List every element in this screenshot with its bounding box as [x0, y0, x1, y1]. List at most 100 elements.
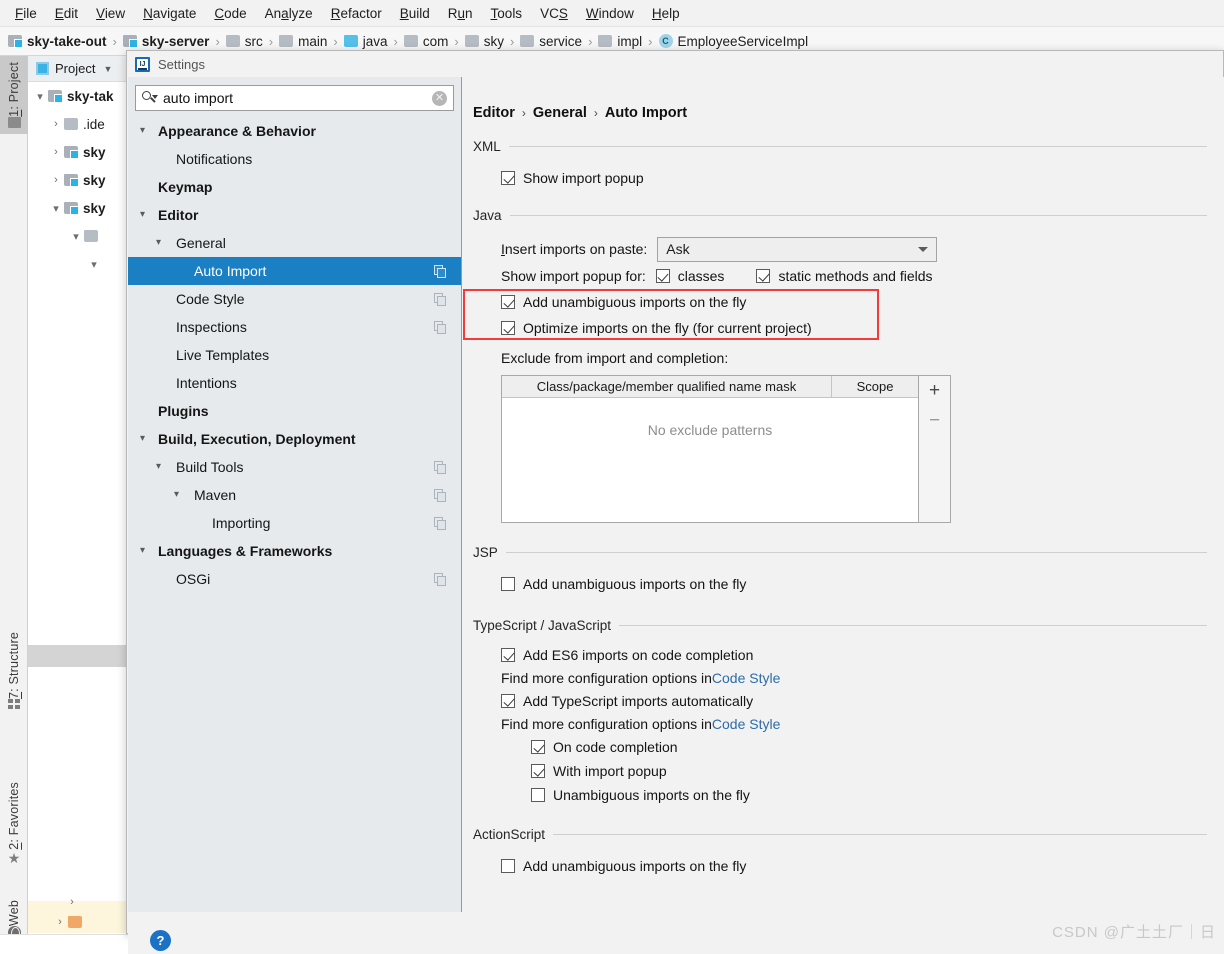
project-tree-row[interactable]: › [48, 908, 128, 936]
chevron-down-icon[interactable]: ▾ [32, 90, 48, 103]
menu-item-code[interactable]: Code [205, 3, 255, 24]
copy-settings-icon[interactable] [434, 516, 447, 530]
breadcrumb-item[interactable]: src [225, 34, 263, 49]
chevron-down-icon[interactable]: ▼ [103, 64, 112, 74]
menu-item-tools[interactable]: Tools [482, 3, 532, 24]
chevron-down-icon[interactable]: ▾ [156, 462, 161, 472]
settings-tree-item-importing[interactable]: Importing [128, 509, 461, 537]
project-tree-row[interactable]: › sky [28, 138, 127, 166]
chevron-down-icon[interactable]: ▾ [174, 490, 179, 500]
tool-tab-project[interactable]: 1: Project [0, 56, 28, 134]
copy-settings-icon[interactable] [434, 264, 447, 278]
copy-settings-icon[interactable] [434, 320, 447, 334]
checkbox-show-popup-static[interactable] [756, 269, 771, 283]
breadcrumb-item[interactable]: service [520, 34, 582, 49]
breadcrumb-item[interactable]: sky-server [122, 34, 209, 49]
copy-settings-icon[interactable] [434, 460, 447, 474]
settings-tree-item-live-templates[interactable]: Live Templates [128, 341, 461, 369]
chevron-right-icon[interactable]: › [52, 916, 68, 928]
project-tree-row[interactable]: ▾ [28, 250, 127, 278]
settings-tree-item-osgi[interactable]: OSGi [128, 565, 461, 593]
chevron-down-icon[interactable]: ▾ [48, 202, 64, 215]
checkbox-java-optimize-imports[interactable] [501, 321, 515, 335]
checkbox-row-add-es6-imports[interactable]: Add ES6 imports on code completion [501, 643, 1207, 667]
project-tree-row[interactable]: › sky [28, 166, 127, 194]
menu-item-help[interactable]: Help [643, 3, 689, 24]
menu-item-file[interactable]: File [6, 3, 46, 24]
chevron-down-icon[interactable]: ▾ [140, 210, 145, 220]
menu-item-run[interactable]: Run [439, 3, 482, 24]
checkbox-row-xml-show-import-popup[interactable]: Show import popup [501, 166, 1207, 190]
settings-tree-item-maven[interactable]: ▾ Maven [128, 481, 461, 509]
chevron-right-icon[interactable]: › [48, 146, 64, 158]
chevron-down-icon[interactable]: ▾ [68, 230, 84, 243]
settings-tree-item-appearance-behavior[interactable]: ▾ Appearance & Behavior [128, 117, 461, 145]
column-header-scope[interactable]: Scope [832, 376, 918, 397]
checkbox-row-jsp-add-unambiguous[interactable]: Add unambiguous imports on the fly [501, 572, 1207, 596]
settings-tree-item-editor[interactable]: ▾ Editor [128, 201, 461, 229]
checkbox-row-java-add-unambiguous[interactable]: Add unambiguous imports on the fly [501, 289, 1207, 315]
menu-item-edit[interactable]: Edit [46, 3, 87, 24]
chevron-right-icon[interactable]: › [48, 174, 64, 186]
settings-tree-item-notifications[interactable]: Notifications [128, 145, 461, 173]
chevron-down-icon[interactable]: ▾ [156, 238, 161, 248]
chevron-down-icon[interactable]: ▾ [140, 434, 145, 444]
chevron-down-icon[interactable]: ▾ [86, 258, 102, 271]
project-window-header[interactable]: Project ▼ [28, 56, 127, 82]
project-tree-row[interactable]: ▾ sky-tak [28, 82, 127, 110]
exclude-table[interactable]: Class/package/member qualified name mask… [501, 375, 919, 523]
add-button[interactable]: + [929, 381, 940, 400]
breadcrumb-item[interactable]: sky-take-out [8, 34, 107, 49]
breadcrumb-item[interactable]: com [403, 34, 448, 49]
help-icon[interactable]: ? [150, 930, 171, 951]
checkbox-java-add-unambiguous-imports[interactable] [501, 295, 515, 309]
menu-item-refactor[interactable]: Refactor [322, 3, 391, 24]
settings-tree-item-build-execution-deployment[interactable]: ▾ Build, Execution, Deployment [128, 425, 461, 453]
breadcrumb-item[interactable]: java [343, 34, 388, 49]
settings-tree-item-inspections[interactable]: Inspections [128, 313, 461, 341]
clear-icon[interactable]: ✕ [432, 90, 447, 106]
settings-tree-item-languages-frameworks[interactable]: ▾ Languages & Frameworks [128, 537, 461, 565]
copy-settings-icon[interactable] [434, 572, 447, 586]
chevron-right-icon[interactable]: › [64, 896, 80, 908]
project-tree-row[interactable]: ▾ sky [28, 194, 127, 222]
settings-tree-item-code-style[interactable]: Code Style [128, 285, 461, 313]
search-input[interactable]: auto import [163, 90, 427, 106]
chevron-right-icon[interactable]: › [48, 118, 64, 130]
checkbox-row-add-typescript-imports[interactable]: Add TypeScript imports automatically [501, 689, 1207, 713]
menu-item-vcs[interactable]: VCS [531, 3, 577, 24]
breadcrumb-item[interactable]: C EmployeeServiceImpl [658, 34, 808, 49]
checkbox-jsp-add-unambiguous-imports[interactable] [501, 577, 515, 591]
menu-item-window[interactable]: Window [577, 3, 643, 24]
project-tree-row[interactable]: › .ide [28, 110, 127, 138]
checkbox-row-with-import-popup[interactable]: With import popup [531, 759, 1207, 783]
project-tree-row[interactable]: ▾ [28, 222, 127, 250]
remove-button[interactable]: − [929, 411, 940, 430]
menu-item-navigate[interactable]: Navigate [134, 3, 205, 24]
breadcrumb-item[interactable]: sky [464, 34, 504, 49]
menu-item-analyze[interactable]: Analyze [256, 3, 322, 24]
menu-item-view[interactable]: View [87, 3, 134, 24]
column-header-mask[interactable]: Class/package/member qualified name mask [502, 376, 832, 397]
chevron-down-icon[interactable]: ▾ [140, 546, 145, 556]
checkbox-on-code-completion[interactable] [531, 740, 545, 754]
settings-tree-item-plugins[interactable]: Plugins [128, 397, 461, 425]
menu-item-build[interactable]: Build [391, 3, 439, 24]
checkbox-row-unambiguous-on-the-fly[interactable]: Unambiguous imports on the fly [531, 783, 1207, 807]
breadcrumb-item[interactable]: impl [598, 34, 642, 49]
breadcrumb-item[interactable]: main [279, 34, 327, 49]
copy-settings-icon[interactable] [434, 488, 447, 502]
checkbox-show-popup-classes[interactable] [655, 269, 670, 283]
settings-tree-item-auto-import[interactable]: Auto Import [128, 257, 461, 285]
search-icon[interactable] [142, 90, 158, 106]
copy-settings-icon[interactable] [434, 292, 447, 306]
checkbox-row-java-optimize-imports[interactable]: Optimize imports on the fly (for current… [501, 315, 1207, 341]
checkbox-add-typescript-imports[interactable] [501, 694, 515, 708]
checkbox-with-import-popup[interactable] [531, 764, 545, 778]
checkbox-row-on-code-completion[interactable]: On code completion [531, 735, 1207, 759]
chevron-down-icon[interactable]: ▾ [140, 126, 145, 136]
settings-search-box[interactable]: auto import ✕ [135, 85, 454, 111]
settings-tree-item-build-tools[interactable]: ▾ Build Tools [128, 453, 461, 481]
checkbox-add-es6-imports[interactable] [501, 648, 515, 662]
tool-tab-favorites[interactable]: 2: Favorites ★ [0, 776, 28, 873]
